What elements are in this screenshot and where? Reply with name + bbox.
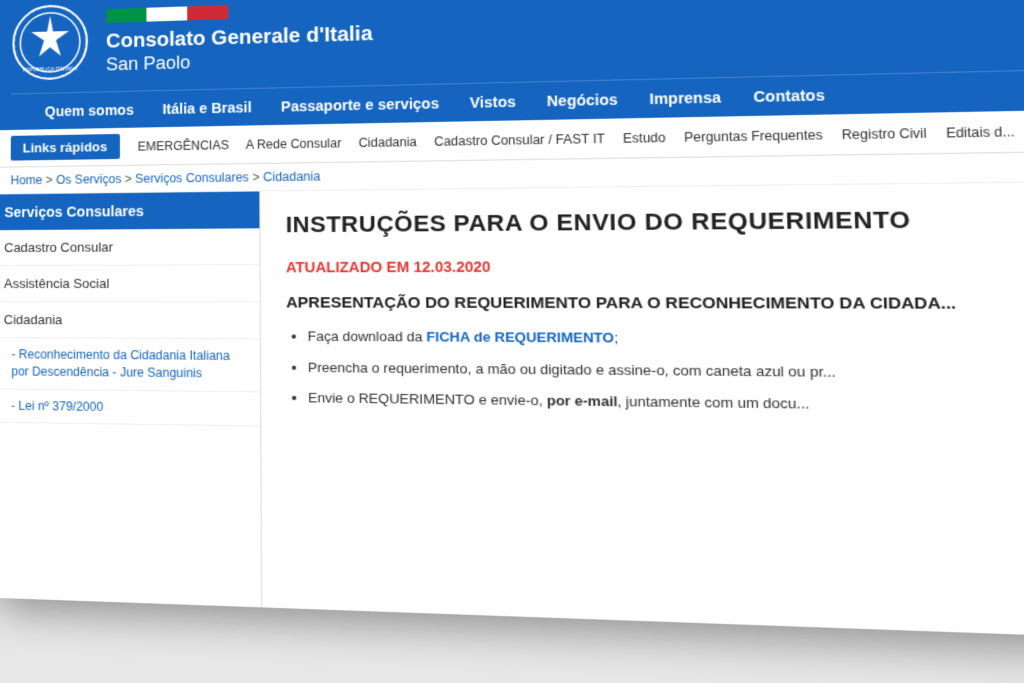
nav-italia-brasil[interactable]: Itália e Brasil [148, 89, 266, 128]
sec-nav-rede-consular[interactable]: A Rede Consular [239, 133, 348, 153]
sidebar-item-cidadania[interactable]: Cidadania [0, 302, 260, 339]
logo-emblem: REPUBBLICA ITALIANA [11, 3, 91, 84]
nav-contatos[interactable]: Contatos [737, 75, 842, 116]
nav-passaporte[interactable]: Passaporte e serviços [266, 84, 454, 125]
nav-imprensa[interactable]: Imprensa [633, 78, 738, 118]
sidebar-sub-reconhecimento[interactable]: - Reconhecimento da Cidadania Italiana p… [0, 338, 260, 392]
flag-white [146, 6, 187, 21]
sec-nav-estudo[interactable]: Estudo [616, 128, 673, 148]
flag-green [106, 7, 146, 22]
section-heading: APRESENTAÇÃO DO REQUERIMENTO PARA O RECO… [286, 294, 1024, 314]
bullet-list: Faça download da FICHA de REQUERIMENTO; … [286, 326, 1024, 420]
sidebar: Serviços Consulares Cadastro Consular As… [0, 191, 262, 607]
updated-date: ATUALIZADO EM 12.03.2020 [286, 256, 1024, 276]
list-item-1: Faça download da FICHA de REQUERIMENTO; [308, 326, 1024, 352]
sec-nav-registro-civil[interactable]: Registro Civil [834, 123, 934, 144]
list-item-2: Preencha o requerimento, a mão ou digita… [308, 357, 1024, 386]
sec-nav-editais[interactable]: Editais d... [938, 121, 1022, 142]
list-item-3: Envie o REQUERIMENTO e envie-o, por e-ma… [308, 388, 1024, 420]
text-por-email: por e-mail [547, 392, 618, 409]
breadcrumb-cidadania[interactable]: Cidadania [263, 169, 320, 184]
breadcrumb-os-servicos[interactable]: Os Serviços [56, 172, 121, 187]
flag-red [187, 5, 228, 20]
nav-vistos[interactable]: Vistos [454, 83, 531, 122]
sec-nav-cadastro-fast-it[interactable]: Cadastro Consular / FAST IT [428, 129, 612, 151]
sidebar-title: Serviços Consulares [0, 191, 259, 230]
page-container: REPUBBLICA ITALIANA Consolato Generale d… [0, 0, 1024, 643]
breadcrumb-servicos-consulares[interactable]: Serviços Consulares [135, 170, 249, 186]
header-flag-title: Consolato Generale d'Italia San Paolo [106, 0, 373, 75]
nav-quem-somos[interactable]: Quem somos [31, 91, 148, 129]
sidebar-item-cadastro[interactable]: Cadastro Consular [0, 228, 260, 266]
sec-nav-cidadania[interactable]: Cidadania [352, 132, 423, 152]
sidebar-item-assistencia[interactable]: Assistência Social [0, 265, 260, 302]
nav-negocios[interactable]: Negócios [531, 80, 634, 120]
links-rapidos-button[interactable]: Links rápidos [11, 134, 120, 161]
breadcrumb-sep3: > [252, 170, 263, 184]
italian-flag [106, 5, 228, 23]
link-ficha-requerimento[interactable]: FICHA de REQUERIMENTO [426, 329, 614, 346]
content-wrapper: Serviços Consulares Cadastro Consular As… [0, 180, 1024, 643]
sec-nav-emergencias[interactable]: EMERGÊNCIAS [132, 135, 236, 155]
sidebar-sub-lei-379[interactable]: - Lei nº 379/2000 [0, 389, 260, 427]
page-title: INSTRUÇÕES PARA O ENVIO DO REQUERIMENTO [286, 203, 1024, 238]
main-content: f INSTRUÇÕES PARA O ENVIO DO REQUERIMENT… [260, 180, 1024, 643]
header: REPUBBLICA ITALIANA Consolato Generale d… [0, 0, 1024, 130]
breadcrumb-sep1: > [46, 173, 56, 187]
sec-nav-perguntas[interactable]: Perguntas Frequentes [677, 125, 830, 147]
breadcrumb-sep2: > [125, 172, 136, 186]
breadcrumb-home[interactable]: Home [11, 173, 43, 187]
